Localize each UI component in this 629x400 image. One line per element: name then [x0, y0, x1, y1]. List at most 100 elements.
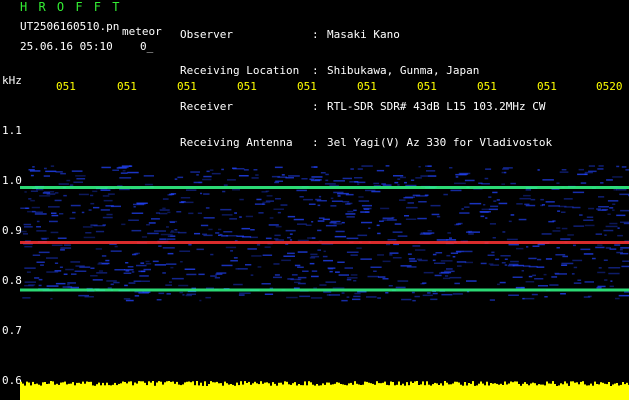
- noise-speck: [26, 271, 31, 273]
- amplitude-bar: [42, 382, 44, 400]
- noise-speck: [235, 268, 239, 270]
- noise-speck: [480, 215, 485, 218]
- noise-speck: [380, 207, 390, 210]
- noise-speck: [152, 260, 159, 263]
- amplitude-bar: [442, 385, 444, 400]
- noise-speck: [564, 206, 574, 208]
- noise-speck: [361, 165, 373, 167]
- noise-speck: [595, 246, 605, 249]
- observer-value: Masaki Kano: [327, 28, 400, 41]
- noise-speck: [50, 298, 53, 300]
- noise-speck: [323, 259, 333, 262]
- amplitude-bar: [522, 383, 524, 400]
- noise-speck: [532, 274, 536, 277]
- amplitude-bar: [360, 385, 362, 400]
- noise-speck: [36, 226, 41, 228]
- noise-speck: [440, 271, 452, 274]
- freq-tick-label: 1.1: [2, 124, 22, 137]
- noise-speck: [427, 230, 432, 232]
- noise-speck: [341, 299, 348, 302]
- noise-speck: [325, 281, 337, 283]
- noise-speck: [221, 264, 233, 267]
- noise-speck: [215, 232, 220, 234]
- noise-speck: [516, 247, 524, 250]
- noise-speck: [382, 219, 388, 221]
- noise-speck: [612, 209, 615, 211]
- noise-speck: [176, 211, 182, 213]
- noise-speck: [133, 206, 136, 208]
- noise-speck: [273, 208, 284, 210]
- noise-speck: [598, 165, 604, 167]
- amplitude-bar: [200, 382, 202, 400]
- noise-speck: [607, 200, 619, 202]
- noise-speck: [96, 272, 108, 274]
- noise-speck: [479, 211, 491, 213]
- noise-speck: [331, 200, 343, 202]
- noise-speck: [510, 260, 519, 263]
- noise-speck: [524, 297, 535, 300]
- noise-speck: [361, 204, 372, 207]
- amplitude-bar: [620, 384, 622, 400]
- noise-speck: [617, 227, 620, 229]
- noise-speck: [308, 203, 316, 205]
- datetime-label: 25.06.16 05:10: [20, 40, 113, 53]
- noise-speck: [58, 183, 69, 185]
- amplitude-bar: [436, 383, 438, 400]
- noise-speck: [503, 167, 513, 169]
- noise-speck: [241, 236, 252, 238]
- noise-speck: [76, 178, 86, 180]
- amplitude-bar: [256, 383, 258, 400]
- noise-speck: [141, 236, 147, 238]
- noise-speck: [387, 239, 397, 241]
- noise-speck: [322, 218, 330, 221]
- noise-speck: [311, 275, 319, 278]
- amplitude-bar: [50, 381, 52, 400]
- noise-speck: [162, 247, 175, 249]
- noise-speck: [434, 274, 442, 277]
- amplitude-bar: [476, 385, 478, 400]
- amplitude-bar: [274, 383, 276, 400]
- amplitude-bar: [446, 382, 448, 400]
- noise-speck: [48, 206, 60, 208]
- noise-speck: [346, 251, 359, 253]
- noise-speck: [325, 173, 329, 176]
- noise-speck: [412, 299, 416, 302]
- amplitude-bar: [338, 382, 340, 400]
- noise-speck: [432, 259, 436, 262]
- noise-speck: [85, 232, 92, 234]
- noise-speck: [443, 277, 451, 280]
- noise-speck: [620, 221, 629, 223]
- noise-speck: [441, 293, 453, 296]
- noise-speck: [352, 298, 361, 301]
- noise-speck: [416, 258, 422, 261]
- noise-speck: [98, 262, 102, 264]
- noise-speck: [409, 260, 417, 262]
- noise-speck: [261, 283, 271, 285]
- amplitude-bar: [116, 385, 118, 400]
- amplitude-bar: [504, 381, 506, 400]
- noise-speck: [49, 220, 58, 223]
- noise-speck: [418, 166, 421, 168]
- amplitude-bar: [178, 384, 180, 400]
- amplitude-bar: [90, 381, 92, 400]
- amplitude-bar: [490, 383, 492, 400]
- noise-speck: [415, 249, 426, 251]
- noise-speck: [456, 261, 467, 263]
- noise-speck: [36, 220, 40, 223]
- noise-speck: [73, 181, 83, 183]
- noise-speck: [528, 265, 538, 268]
- signal-band: [20, 241, 629, 244]
- time-tick-label: 051: [537, 80, 557, 93]
- noise-speck: [39, 195, 51, 197]
- noise-speck: [24, 245, 33, 248]
- noise-speck: [329, 294, 340, 296]
- amplitude-bar: [494, 383, 496, 400]
- noise-speck: [54, 262, 59, 264]
- amplitude-bar: [426, 381, 428, 400]
- noise-speck: [251, 255, 262, 257]
- noise-speck: [302, 270, 309, 272]
- noise-speck: [71, 273, 77, 275]
- amplitude-bar: [358, 384, 360, 400]
- noise-speck: [495, 258, 500, 261]
- amplitude-bar: [188, 381, 190, 400]
